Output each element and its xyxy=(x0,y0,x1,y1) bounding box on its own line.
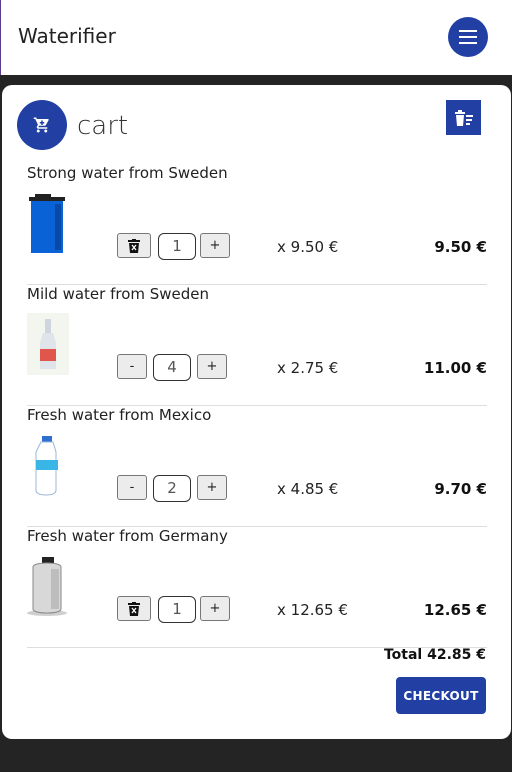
unit-price: x 4.85 € xyxy=(277,480,339,498)
quantity-input[interactable]: 2 xyxy=(153,475,191,502)
item-name: Mild water from Sweden xyxy=(27,285,210,303)
line-total: 9.50 € xyxy=(434,238,487,256)
quantity-input[interactable]: 4 xyxy=(153,354,191,381)
menu-icon xyxy=(459,30,477,44)
clear-cart-icon xyxy=(454,109,473,126)
increment-button[interactable]: + xyxy=(197,354,227,379)
increment-button[interactable]: + xyxy=(197,475,227,500)
unit-price: x 9.50 € xyxy=(277,238,339,256)
product-image xyxy=(27,557,67,616)
remove-item-button[interactable] xyxy=(117,233,151,258)
decrement-button[interactable]: - xyxy=(117,475,147,500)
menu-button[interactable] xyxy=(448,17,488,57)
cart-item: Strong water from Sweden 1 + x 9.50 € 9.… xyxy=(27,164,487,285)
unit-price: x 12.65 € xyxy=(277,601,348,619)
decrement-button[interactable]: - xyxy=(117,354,147,379)
cart-item: Fresh water from Germany 1 + x 12.65 € 1… xyxy=(27,527,487,648)
increment-button[interactable]: + xyxy=(200,596,230,621)
quantity-input[interactable]: 1 xyxy=(158,596,196,623)
cart-title: cart xyxy=(77,111,129,141)
product-image xyxy=(29,194,65,253)
cart-panel: cart Strong water from Sweden 1 + x 9.50… xyxy=(2,85,511,739)
app-title: Waterifier xyxy=(18,24,116,48)
line-total: 9.70 € xyxy=(434,480,487,498)
trash-icon xyxy=(128,238,140,253)
line-total: 12.65 € xyxy=(423,601,487,619)
increment-button[interactable]: + xyxy=(200,233,230,258)
trash-icon xyxy=(128,601,140,616)
cart-icon xyxy=(33,117,49,133)
item-name: Fresh water from Mexico xyxy=(27,406,212,424)
unit-price: x 2.75 € xyxy=(277,359,339,377)
line-total: 11.00 € xyxy=(423,359,487,377)
cart-item: Mild water from Sweden - 4 + x 2.75 € 11… xyxy=(27,285,487,406)
remove-item-button[interactable] xyxy=(117,596,151,621)
app-bar: Waterifier xyxy=(0,0,512,75)
cart-avatar xyxy=(17,100,67,150)
cart-total: Total 42.85 € xyxy=(383,647,486,663)
product-image xyxy=(27,313,69,375)
item-name: Strong water from Sweden xyxy=(27,164,228,182)
product-image xyxy=(35,436,58,496)
clear-cart-button[interactable] xyxy=(446,100,481,135)
checkout-button[interactable]: CHECKOUT xyxy=(396,677,486,714)
item-name: Fresh water from Germany xyxy=(27,527,228,545)
cart-item: Fresh water from Mexico - 2 + x 4.85 € 9… xyxy=(27,406,487,527)
quantity-input[interactable]: 1 xyxy=(158,233,196,260)
